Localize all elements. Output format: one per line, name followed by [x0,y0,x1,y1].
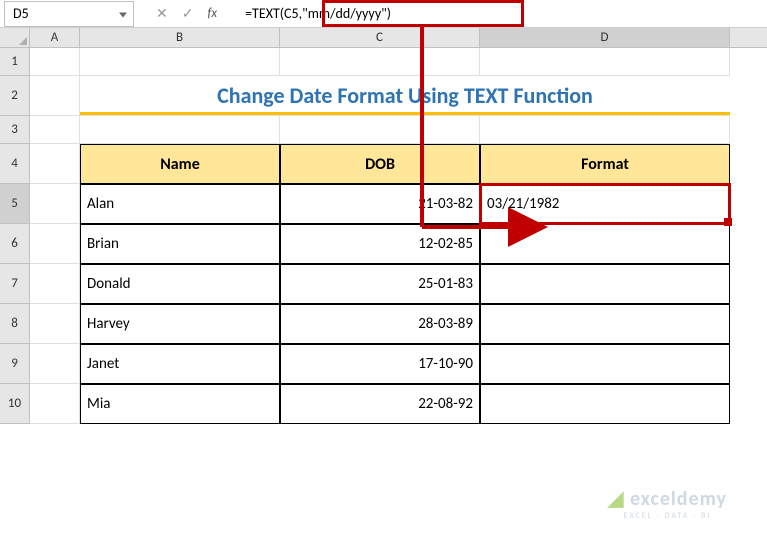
title-text: Change Date Format Using TEXT Function [217,82,593,109]
cell-a5[interactable] [30,184,80,224]
row-header-3[interactable]: 3 [0,116,30,144]
spreadsheet-grid: A B C D 1 2 Change Date Format Using TEX… [0,28,767,424]
select-all-corner[interactable] [0,28,30,47]
row-5: 5 Alan 21-03-82 03/21/1982 [0,184,767,224]
col-header-b[interactable]: B [80,28,280,47]
header-name[interactable]: Name [80,144,280,184]
watermark-logo: ◢ exceldemy [608,486,727,511]
row-4: 4 Name DOB Format [0,144,767,184]
col-header-a[interactable]: A [30,28,80,47]
cell-a6[interactable] [30,224,80,264]
cell-c8[interactable]: 28-03-89 [280,304,480,344]
row-header-7[interactable]: 7 [0,264,30,304]
cell-a9[interactable] [30,344,80,384]
watermark: ◢ exceldemy EXCEL · DATA · BI [608,486,727,521]
header-dob[interactable]: DOB [280,144,480,184]
row-header-8[interactable]: 8 [0,304,30,344]
row-3: 3 [0,116,767,144]
row-header-4[interactable]: 4 [0,144,30,184]
cell-c9[interactable]: 17-10-90 [280,344,480,384]
cell-c1[interactable] [280,48,480,76]
cell-d5[interactable]: 03/21/1982 [480,184,730,224]
cell-b9[interactable]: Janet [80,344,280,384]
formula-bar-icons: ✕ ✓ fx [146,5,239,22]
cell-c3[interactable] [280,116,480,144]
row-header-1[interactable]: 1 [0,48,30,76]
cell-b10[interactable]: Mia [80,384,280,424]
cell-d9[interactable] [480,344,730,384]
col-header-c[interactable]: C [280,28,480,47]
fx-icon[interactable]: fx [207,6,217,21]
cell-d10[interactable] [480,384,730,424]
cell-c7[interactable]: 25-01-83 [280,264,480,304]
cell-c5[interactable]: 21-03-82 [280,184,480,224]
row-7: 7 Donald 25-01-83 [0,264,767,304]
name-box[interactable]: D5 [4,1,134,27]
row-6: 6 Brian 12-02-85 [0,224,767,264]
cell-a4[interactable] [30,144,80,184]
cell-a2[interactable] [30,76,80,116]
cell-a7[interactable] [30,264,80,304]
row-2: 2 Change Date Format Using TEXT Function [0,76,767,116]
col-header-d[interactable]: D [480,28,730,47]
cell-b8[interactable]: Harvey [80,304,280,344]
title-cell[interactable]: Change Date Format Using TEXT Function [80,76,730,116]
row-10: 10 Mia 22-08-92 [0,384,767,424]
cell-a10[interactable] [30,384,80,424]
row-1: 1 [0,48,767,76]
cell-c6[interactable]: 12-02-85 [280,224,480,264]
row-header-6[interactable]: 6 [0,224,30,264]
cell-d8[interactable] [480,304,730,344]
formula-bar: D5 ✕ ✓ fx =TEXT(C5,"mm/dd/yyyy") [0,0,767,28]
row-header-9[interactable]: 9 [0,344,30,384]
cell-d1[interactable] [480,48,730,76]
cell-d3[interactable] [480,116,730,144]
row-header-5[interactable]: 5 [0,184,30,224]
title-underline [80,112,730,115]
column-headers: A B C D [0,28,767,48]
cell-d7[interactable] [480,264,730,304]
cancel-icon[interactable]: ✕ [156,5,168,22]
row-9: 9 Janet 17-10-90 [0,344,767,384]
cell-b1[interactable] [80,48,280,76]
cell-b5[interactable]: Alan [80,184,280,224]
row-header-10[interactable]: 10 [0,384,30,424]
header-format[interactable]: Format [480,144,730,184]
cell-b3[interactable] [80,116,280,144]
row-header-2[interactable]: 2 [0,76,30,116]
cell-b6[interactable]: Brian [80,224,280,264]
cell-c10[interactable]: 22-08-92 [280,384,480,424]
row-8: 8 Harvey 28-03-89 [0,304,767,344]
watermark-tag: EXCEL · DATA · BI [608,511,727,521]
cell-a3[interactable] [30,116,80,144]
cell-b7[interactable]: Donald [80,264,280,304]
formula-input[interactable]: =TEXT(C5,"mm/dd/yyyy") [239,3,767,24]
cell-d6[interactable] [480,224,730,264]
enter-icon[interactable]: ✓ [182,5,194,22]
cell-a8[interactable] [30,304,80,344]
cell-a1[interactable] [30,48,80,76]
